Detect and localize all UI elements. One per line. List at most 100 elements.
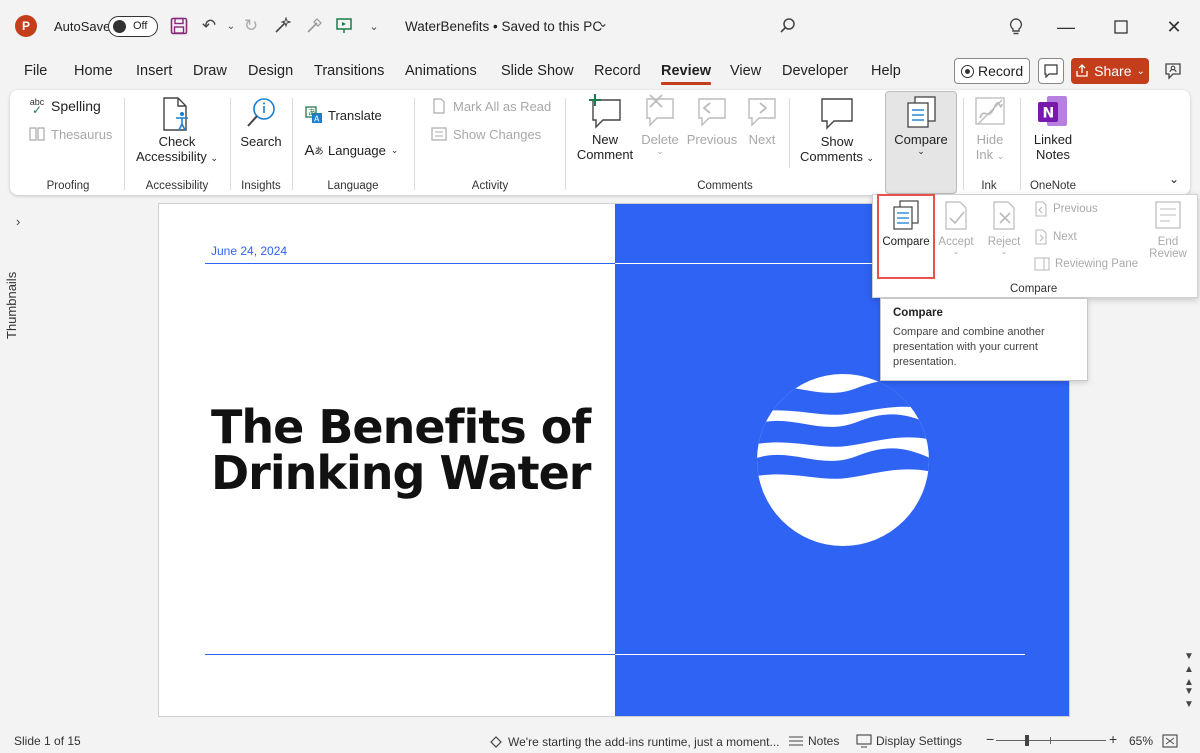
group-separator — [124, 98, 125, 190]
language-button[interactable]: Aあ Language ⌄ — [304, 141, 398, 159]
thesaurus-label: Thesaurus — [51, 126, 113, 142]
zoom-slider-thumb[interactable] — [1025, 735, 1029, 746]
slide-divider-line — [205, 654, 615, 655]
comments-button[interactable] — [1038, 58, 1064, 84]
chevron-down-icon: ⌄ — [1000, 247, 1008, 256]
group-label-activity: Activity — [471, 180, 509, 192]
thumbnails-label[interactable]: Thumbnails — [4, 272, 40, 392]
check-accessibility-button[interactable]: Check Accessibility ⌄ — [134, 96, 220, 164]
share-button[interactable]: Share ⌄ — [1071, 58, 1149, 84]
translate-button[interactable]: あA Translate — [305, 106, 382, 124]
end-label: End — [1157, 236, 1179, 248]
compare-icon — [903, 94, 939, 130]
display-settings-button[interactable]: Display Settings — [856, 734, 962, 748]
translate-icon: あA — [305, 106, 323, 124]
linked-label: Linked — [1033, 132, 1073, 147]
present-icon[interactable] — [332, 14, 356, 38]
language-icon: Aあ — [304, 141, 324, 159]
redo-icon[interactable]: ↻ — [239, 14, 263, 38]
notes-button[interactable]: Notes — [788, 734, 839, 748]
zoom-in-icon[interactable]: + — [1109, 731, 1117, 747]
record-button[interactable]: Record — [954, 58, 1030, 84]
compare-ribbon-button[interactable]: Compare ⌄ — [886, 94, 956, 156]
tab-file[interactable]: File — [24, 63, 47, 79]
minimize-icon[interactable]: — — [1052, 13, 1080, 41]
autosave-label: AutoSave — [54, 19, 111, 34]
tab-review[interactable]: Review — [661, 63, 711, 85]
addins-status[interactable]: We're starting the add-ins runtime, just… — [488, 734, 780, 750]
hide-ink-button[interactable]: Hide Ink ⌄ — [966, 94, 1014, 162]
tab-home[interactable]: Home — [74, 63, 113, 79]
close-icon[interactable]: ✕ — [1160, 13, 1188, 41]
coauthor-icon[interactable] — [1160, 58, 1186, 84]
svg-text:A: A — [314, 115, 320, 124]
slide-title-line2: Drinking Water — [211, 446, 591, 500]
tab-view[interactable]: View — [730, 63, 761, 79]
slide-date[interactable]: June 24, 2024 — [211, 244, 287, 258]
zoom-out-icon[interactable]: − — [986, 731, 994, 747]
next-comment-icon — [744, 94, 780, 130]
undo-icon[interactable]: ↶ — [197, 14, 221, 38]
slide-divider-line — [615, 654, 1025, 655]
next-slide-icon[interactable]: ▼ ▼ — [1180, 685, 1198, 711]
magic-wand-icon[interactable] — [270, 14, 294, 38]
search-label: Search — [240, 134, 282, 149]
document-title[interactable]: WaterBenefits • Saved to this PC — [405, 19, 602, 34]
chevron-down-icon: ⌄ — [866, 153, 875, 163]
zoom-level[interactable]: 65% — [1129, 734, 1153, 748]
thesaurus-button[interactable]: Thesaurus — [28, 125, 112, 143]
reviewing-pane-button[interactable]: Reviewing Pane — [1034, 257, 1138, 271]
record-label: Record — [978, 63, 1024, 79]
accessibility-icon — [159, 96, 195, 132]
next-comment-button[interactable]: Next — [740, 94, 784, 147]
previous-change-button[interactable]: Previous — [1034, 201, 1098, 217]
reject-button[interactable]: Reject ⌄ — [984, 199, 1024, 256]
linked-notes-button[interactable]: N Linked Notes — [1024, 94, 1082, 162]
zoom-slider-track[interactable] — [996, 740, 1106, 741]
tab-developer[interactable]: Developer — [782, 63, 848, 79]
show-changes-icon — [430, 125, 448, 143]
tab-record[interactable]: Record — [594, 63, 641, 79]
collapse-ribbon-icon[interactable]: ⌄ — [1164, 172, 1184, 186]
tab-draw[interactable]: Draw — [193, 63, 227, 79]
translate-label: Translate — [328, 107, 382, 123]
show-changes-button[interactable]: Show Changes — [430, 125, 541, 143]
tab-animations[interactable]: Animations — [405, 63, 477, 79]
chevron-down-icon[interactable]: ⌄ — [598, 16, 608, 30]
tab-slide-show[interactable]: Slide Show — [501, 63, 574, 79]
mark-all-as-read-button[interactable]: Mark All as Read — [430, 97, 551, 115]
format-painter-icon[interactable] — [302, 14, 326, 38]
next-change-button[interactable]: Next — [1034, 229, 1077, 245]
spelling-icon: abc ✓ — [29, 97, 45, 117]
end-review-button[interactable]: End Review — [1146, 199, 1190, 260]
tab-transitions[interactable]: Transitions — [314, 63, 384, 79]
tab-help[interactable]: Help — [871, 63, 901, 79]
search-insights-button[interactable]: Search — [236, 96, 286, 149]
search-icon[interactable] — [776, 14, 800, 38]
customize-toolbar-icon[interactable]: ⌄ — [362, 14, 386, 38]
maximize-icon[interactable] — [1107, 13, 1135, 41]
chevron-right-icon[interactable]: › — [16, 214, 20, 229]
show-comments-button[interactable]: Show Comments ⌄ — [794, 96, 880, 164]
fit-to-window-icon[interactable] — [1162, 734, 1178, 748]
previous-comment-button[interactable]: Previous — [684, 94, 740, 147]
scroll-down-icon[interactable]: ▼ — [1180, 650, 1198, 663]
new-comment-button[interactable]: New Comment — [572, 94, 638, 162]
accept-button[interactable]: Accept ⌄ — [936, 199, 976, 256]
slide-title[interactable]: The Benefits of Drinking Water — [211, 404, 601, 496]
mark-all-label: Mark All as Read — [453, 98, 552, 114]
tab-insert[interactable]: Insert — [136, 63, 172, 79]
hide-ink-icon — [972, 94, 1008, 130]
svg-text:N: N — [1043, 106, 1055, 122]
delete-comment-button[interactable]: Delete ⌄ — [636, 94, 684, 156]
spelling-button[interactable]: abc ✓ Spelling — [28, 97, 101, 117]
notes-label: Notes — [808, 734, 840, 748]
save-icon[interactable] — [167, 14, 191, 38]
lightbulb-icon[interactable] — [1002, 13, 1030, 41]
autosave-toggle[interactable]: Off — [108, 16, 158, 37]
group-label-compare-panel: Compare — [1010, 283, 1058, 295]
addins-status-text: We're starting the add-ins runtime, just… — [508, 735, 780, 749]
group-separator — [230, 98, 231, 190]
tab-design[interactable]: Design — [248, 63, 293, 79]
slide-counter[interactable]: Slide 1 of 15 — [14, 734, 81, 748]
